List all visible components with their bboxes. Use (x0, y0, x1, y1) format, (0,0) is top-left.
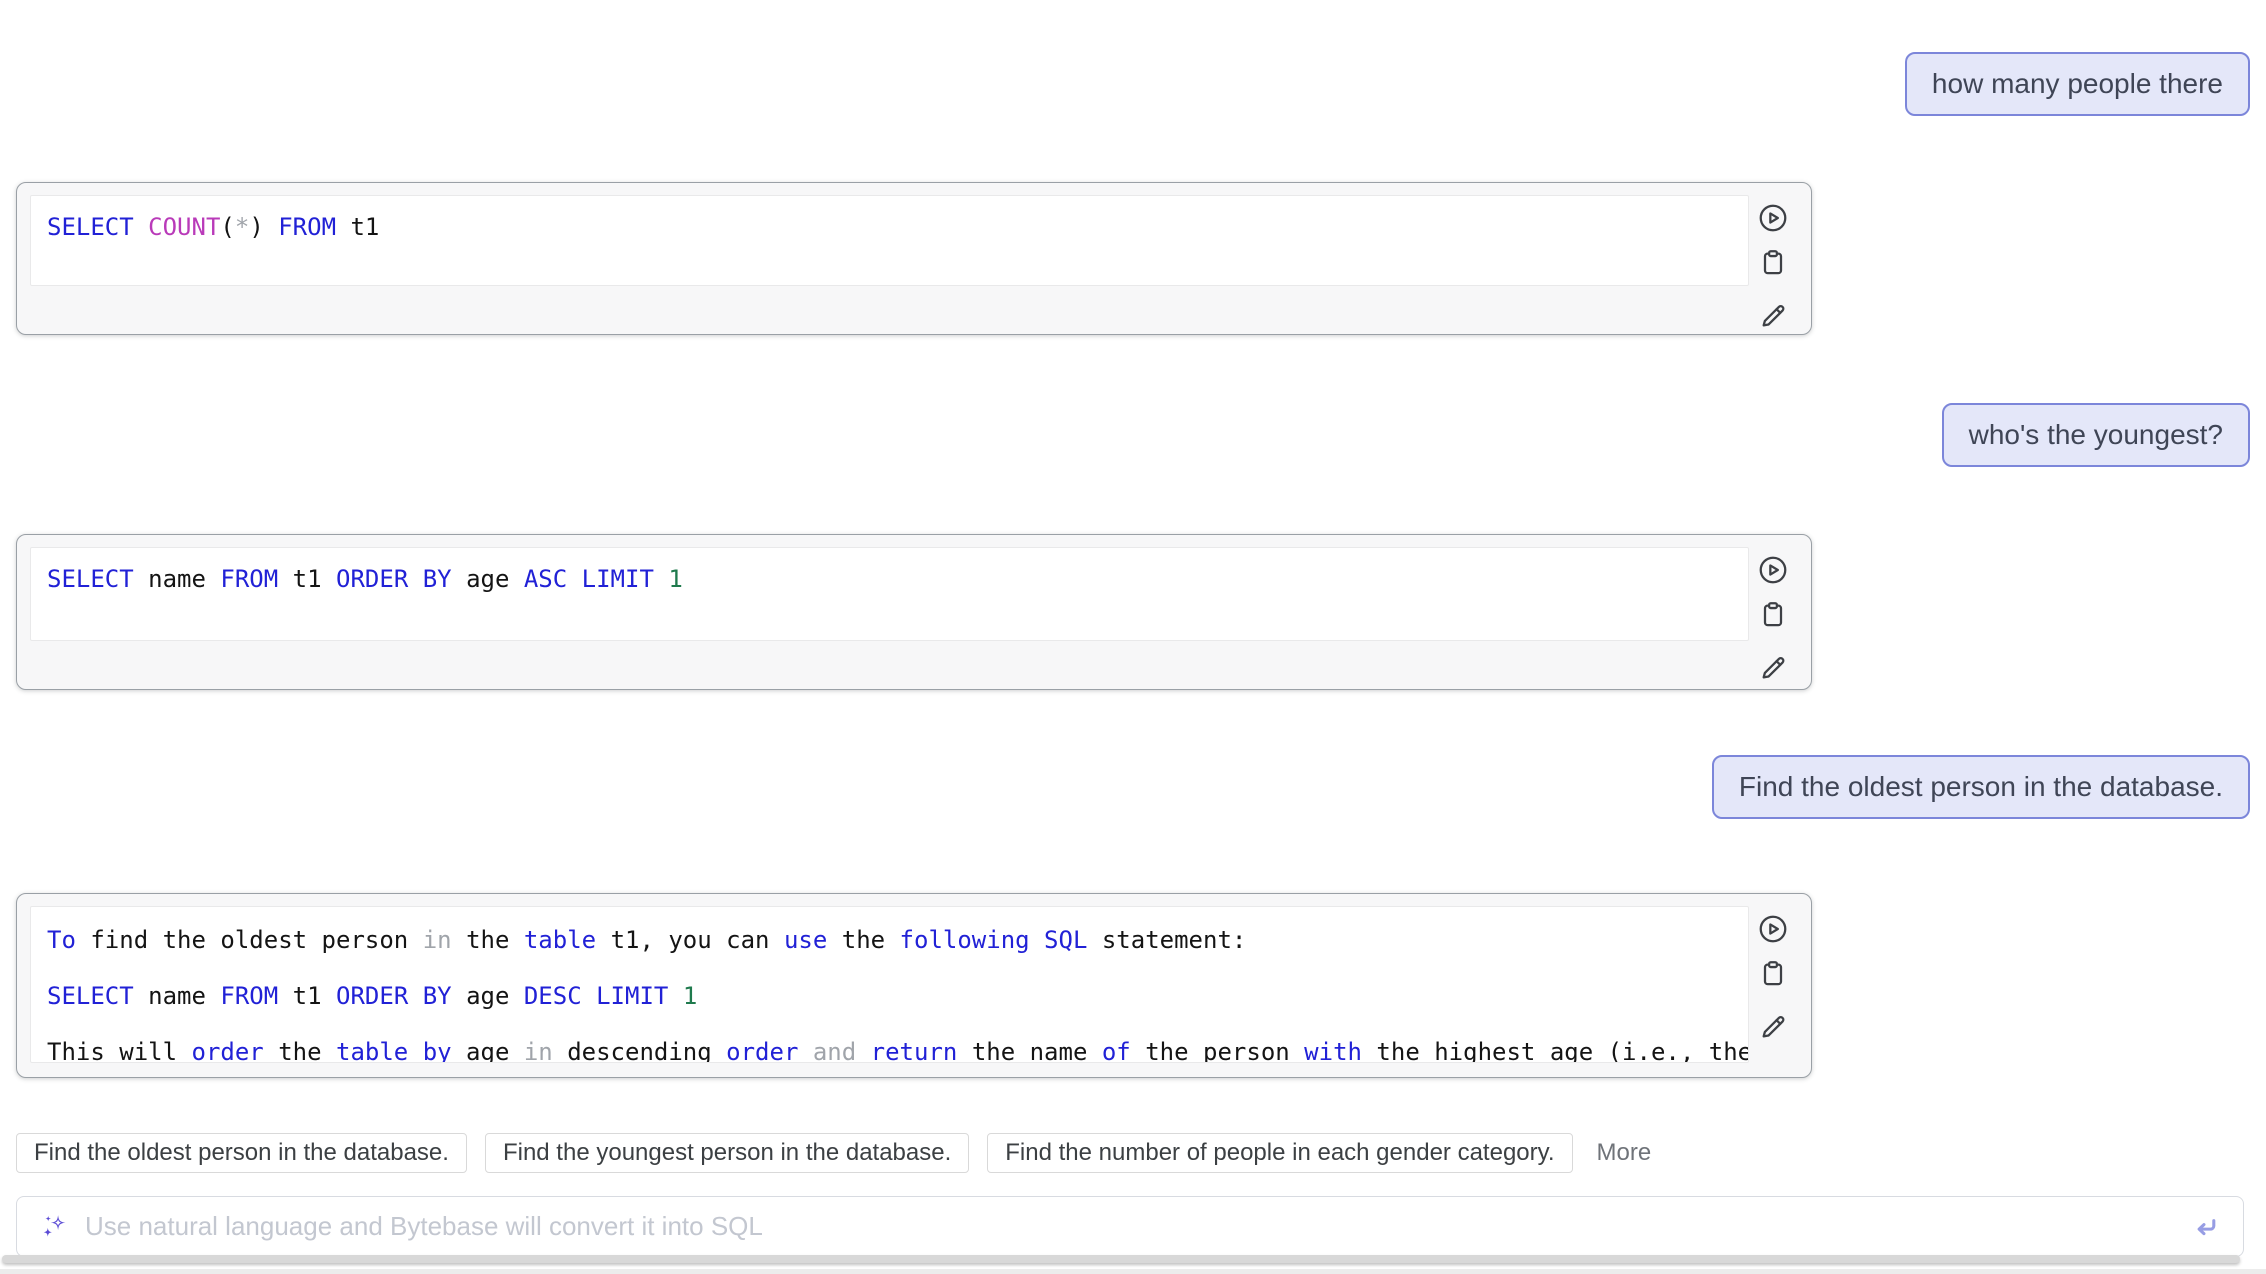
pencil-icon (1757, 300, 1789, 332)
edit-sql-button[interactable] (1757, 652, 1789, 684)
sql-code-editor[interactable]: SELECT COUNT(*) FROM t1 (30, 195, 1749, 286)
user-message-bubble: how many people there (1905, 52, 2250, 116)
play-icon (1757, 554, 1789, 586)
page-bottom-divider (0, 1269, 2266, 1274)
run-query-button[interactable] (1757, 554, 1789, 586)
clipboard-icon (1757, 958, 1789, 990)
more-suggestions-link[interactable]: More (1597, 1139, 1652, 1167)
pencil-icon (1757, 1011, 1789, 1043)
ai-chat-panel: how many people there SELECT COUNT(*) FR… (0, 0, 2266, 1274)
copy-sql-button[interactable] (1757, 599, 1789, 631)
code-line: SELECT COUNT(*) FROM t1 (47, 205, 1732, 249)
play-icon (1757, 913, 1789, 945)
code-line: This will order the table by age in desc… (47, 1024, 1732, 1063)
user-message-bubble: Find the oldest person in the database. (1712, 755, 2250, 819)
assistant-sql-card-2: SELECT name FROM t1 ORDER BY age ASC LIM… (16, 534, 1812, 690)
suggestion-row: Find the oldest person in the database. … (16, 1133, 2250, 1173)
clipboard-icon (1757, 599, 1789, 631)
submit-button[interactable] (2189, 1211, 2221, 1243)
sql-code-editor[interactable]: SELECT name FROM t1 ORDER BY age ASC LIM… (30, 547, 1749, 641)
ai-sparkle-icon (39, 1211, 71, 1243)
edit-sql-button[interactable] (1757, 1011, 1789, 1043)
panel-bottom-edge (2, 1255, 2240, 1263)
suggestion-chip-youngest[interactable]: Find the youngest person in the database… (485, 1133, 969, 1173)
user-message-bubble: who's the youngest? (1942, 403, 2250, 467)
edit-sql-button[interactable] (1757, 300, 1789, 332)
assistant-sql-card-1: SELECT COUNT(*) FROM t1 (16, 182, 1812, 335)
nl2sql-input-bar[interactable] (16, 1196, 2244, 1257)
code-line: To find the oldest person in the table t… (47, 912, 1732, 968)
nl2sql-text-input[interactable] (85, 1211, 2175, 1242)
code-line: SELECT name FROM t1 ORDER BY age ASC LIM… (47, 557, 1732, 601)
suggestion-chip-gender-count[interactable]: Find the number of people in each gender… (987, 1133, 1572, 1173)
return-arrow-icon (2189, 1211, 2221, 1243)
suggestion-chip-oldest[interactable]: Find the oldest person in the database. (16, 1133, 467, 1173)
assistant-sql-card-3: To find the oldest person in the table t… (16, 893, 1812, 1078)
code-line: SELECT name FROM t1 ORDER BY age DESC LI… (47, 968, 1732, 1024)
sql-code-editor[interactable]: To find the oldest person in the table t… (30, 906, 1749, 1063)
run-query-button[interactable] (1757, 913, 1789, 945)
copy-sql-button[interactable] (1757, 247, 1789, 279)
clipboard-icon (1757, 247, 1789, 279)
play-icon (1757, 202, 1789, 234)
copy-sql-button[interactable] (1757, 958, 1789, 990)
run-query-button[interactable] (1757, 202, 1789, 234)
pencil-icon (1757, 652, 1789, 684)
